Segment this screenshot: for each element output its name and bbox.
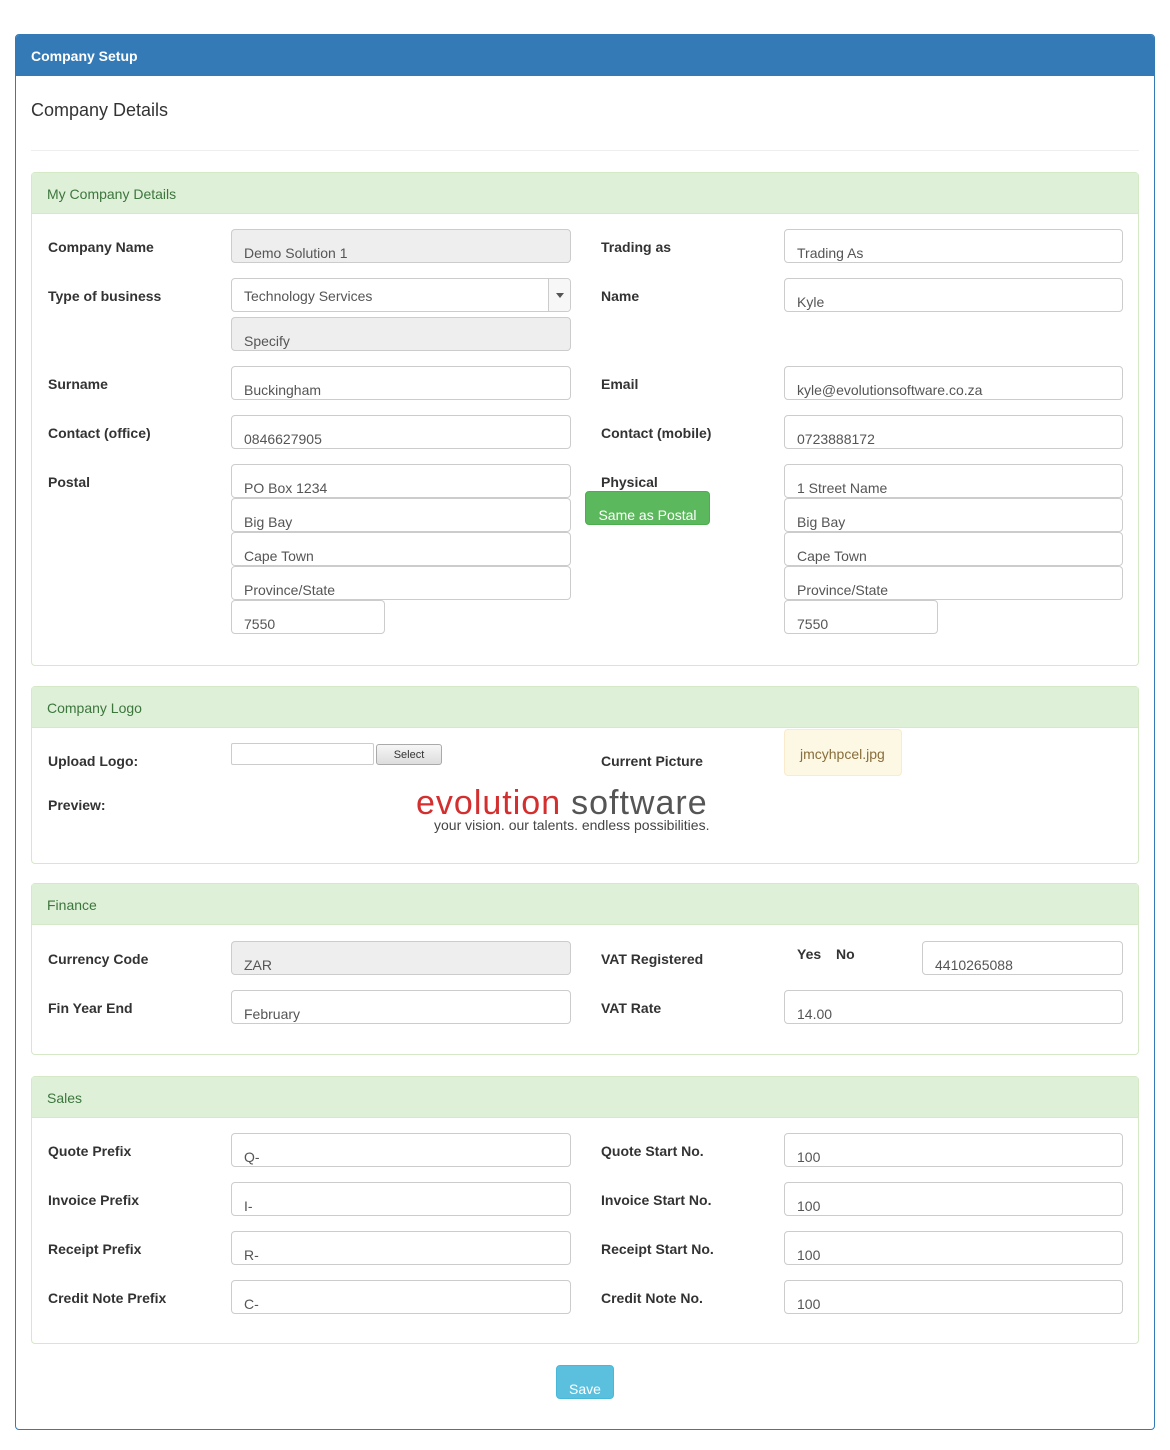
name-label: Name (601, 288, 640, 304)
physical-line2-field[interactable]: Big Bay (784, 498, 1123, 532)
upload-logo-input[interactable] (231, 743, 374, 765)
type-of-business-value: Technology Services (244, 288, 373, 304)
quote-start-field[interactable]: 100 (784, 1133, 1123, 1167)
trading-as-field[interactable]: Trading As (784, 229, 1123, 263)
receipt-prefix-field[interactable]: R- (231, 1231, 571, 1265)
credit-note-no-label: Credit Note No. (601, 1290, 703, 1306)
current-picture-label: Current Picture (601, 753, 703, 769)
receipt-start-label: Receipt Start No. (601, 1241, 714, 1257)
save-button[interactable]: Save (556, 1365, 614, 1399)
currency-code-field[interactable]: ZAR (231, 941, 571, 975)
panel-heading: Company Setup (16, 35, 1154, 76)
company-logo-section: Company Logo (31, 686, 1139, 864)
postal-province-field[interactable]: Province/State (231, 566, 571, 600)
type-of-business-label: Type of business (48, 288, 162, 304)
quote-prefix-field[interactable]: Q- (231, 1133, 571, 1167)
vat-rate-field[interactable]: 14.00 (784, 990, 1123, 1024)
company-details-heading: My Company Details (32, 173, 1138, 214)
vat-registered-label: VAT Registered (601, 951, 704, 967)
receipt-prefix-label: Receipt Prefix (48, 1241, 142, 1257)
fin-year-end-field[interactable]: February (231, 990, 571, 1024)
postal-code-field[interactable]: 7550 (231, 600, 385, 634)
email-field[interactable]: kyle@evolutionsoftware.co.za (784, 366, 1123, 400)
vat-no-option[interactable]: No (836, 946, 855, 962)
specify-field[interactable]: Specify (231, 317, 571, 351)
name-field[interactable]: Kyle (784, 278, 1123, 312)
invoice-start-label: Invoice Start No. (601, 1192, 712, 1208)
vat-yes-option[interactable]: Yes (797, 946, 821, 962)
physical-line1-field[interactable]: 1 Street Name (784, 464, 1123, 498)
postal-line2-field[interactable]: Big Bay (231, 498, 571, 532)
invoice-prefix-field[interactable]: I- (231, 1182, 571, 1216)
contact-mobile-label: Contact (mobile) (601, 425, 712, 441)
vat-rate-label: VAT Rate (601, 1000, 662, 1016)
upload-logo-label: Upload Logo: (48, 753, 139, 769)
credit-note-prefix-field[interactable]: C- (231, 1280, 571, 1314)
physical-code-field[interactable]: 7550 (784, 600, 938, 634)
surname-field[interactable]: Buckingham (231, 366, 571, 400)
contact-office-label: Contact (office) (48, 425, 151, 441)
physical-line3-field[interactable]: Cape Town (784, 532, 1123, 566)
same-as-postal-button[interactable]: Same as Postal (585, 491, 710, 525)
logo-preview-image: evolution software (416, 786, 708, 820)
contact-office-field[interactable]: 0846627905 (231, 415, 571, 449)
physical-province-field[interactable]: Province/State (784, 566, 1123, 600)
chevron-down-icon[interactable] (548, 279, 570, 311)
receipt-start-field[interactable]: 100 (784, 1231, 1123, 1265)
postal-line3-field[interactable]: Cape Town (231, 532, 571, 566)
type-of-business-select[interactable]: Technology Services (231, 278, 571, 312)
vat-number-field[interactable]: 4410265088 (922, 941, 1123, 975)
page-title: Company Details (31, 100, 169, 120)
surname-label: Surname (48, 376, 108, 392)
company-name-label: Company Name (48, 239, 154, 255)
select-file-button[interactable]: Select (376, 744, 442, 765)
sales-heading: Sales (32, 1077, 1138, 1118)
preview-label: Preview: (48, 797, 106, 813)
physical-label: Physical (601, 474, 658, 490)
divider (31, 150, 1139, 151)
postal-line1-field[interactable]: PO Box 1234 (231, 464, 571, 498)
logo-tagline: your vision. our talents. endless possib… (434, 817, 710, 833)
invoice-prefix-label: Invoice Prefix (48, 1192, 140, 1208)
contact-mobile-field[interactable]: 0723888172 (784, 415, 1123, 449)
company-logo-heading: Company Logo (32, 687, 1138, 728)
postal-label: Postal (48, 474, 91, 490)
credit-note-prefix-label: Credit Note Prefix (48, 1290, 167, 1306)
quote-start-label: Quote Start No. (601, 1143, 704, 1159)
email-label: Email (601, 376, 639, 392)
quote-prefix-label: Quote Prefix (48, 1143, 132, 1159)
credit-note-no-field[interactable]: 100 (784, 1280, 1123, 1314)
finance-heading: Finance (32, 884, 1138, 925)
fin-year-end-label: Fin Year End (48, 1000, 133, 1016)
trading-as-label: Trading as (601, 239, 672, 255)
currency-code-label: Currency Code (48, 951, 149, 967)
invoice-start-field[interactable]: 100 (784, 1182, 1123, 1216)
current-picture-filename: jmcyhpcel.jpg (784, 729, 902, 776)
company-name-field[interactable]: Demo Solution 1 (231, 229, 571, 263)
